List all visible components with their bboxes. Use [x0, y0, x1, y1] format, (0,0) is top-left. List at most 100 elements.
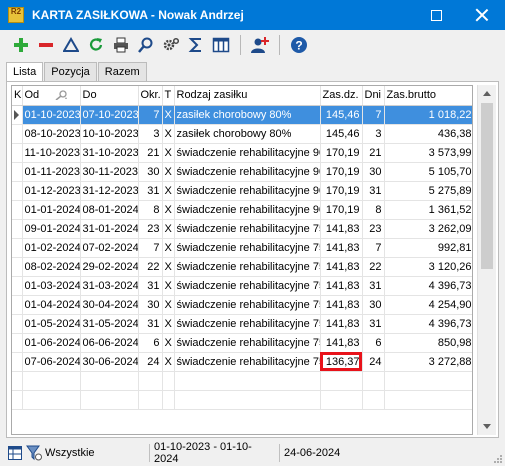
scroll-down-button[interactable]: [478, 418, 496, 435]
do-cell[interactable]: 29-02-2024: [80, 257, 139, 277]
tab-razem[interactable]: Razem: [97, 62, 147, 81]
okr-cell[interactable]: 30: [138, 162, 163, 182]
okr-cell[interactable]: 8: [138, 200, 163, 220]
t-cell[interactable]: X: [162, 276, 175, 296]
t-cell[interactable]: X: [162, 219, 175, 239]
brutto-cell[interactable]: 3 573,99: [384, 143, 472, 163]
t-cell[interactable]: X: [162, 352, 175, 372]
sum-button[interactable]: [185, 34, 207, 56]
remove-button[interactable]: [35, 34, 57, 56]
t-cell[interactable]: X: [162, 295, 175, 315]
row-indicator-cell[interactable]: [12, 276, 23, 296]
do-cell[interactable]: 31-01-2024: [80, 219, 139, 239]
brutto-cell[interactable]: 1 018,22: [384, 105, 472, 125]
zasdz-cell[interactable]: 141,83: [320, 276, 363, 296]
table-row[interactable]: 01-06-2024 06-06-2024 6 Xświadczenie rehabi…: [12, 333, 472, 353]
od-cell[interactable]: 08-10-2023: [22, 124, 81, 144]
rodzaj-cell[interactable]: świadczenie rehabilitacyjne 75: [174, 219, 321, 239]
rodzaj-cell[interactable]: świadczenie rehabilitacyjne 75: [174, 314, 321, 334]
zasdz-cell[interactable]: 170,19: [320, 162, 363, 182]
maximize-button[interactable]: [413, 0, 459, 30]
row-indicator-cell[interactable]: [12, 219, 23, 239]
table-row[interactable]: 09-01-2024 31-01-2024 23 Xświadczenie rehab…: [12, 219, 472, 239]
column-header-brutto[interactable]: Zas.brutto: [384, 86, 472, 106]
table-row[interactable]: 01-10-2023 07-10-2023 7 Xzasiłek chorobowy …: [12, 105, 472, 125]
row-indicator-cell[interactable]: [12, 333, 23, 353]
t-cell[interactable]: X: [162, 181, 175, 201]
column-header-dni[interactable]: Dni: [362, 86, 385, 106]
od-cell[interactable]: 08-02-2024: [22, 257, 81, 277]
column-header-od[interactable]: Od: [22, 86, 81, 106]
zasdz-cell[interactable]: 141,83: [320, 333, 363, 353]
scrollbar-thumb[interactable]: [481, 103, 493, 269]
do-cell[interactable]: 31-05-2024: [80, 314, 139, 334]
brutto-cell[interactable]: 5 275,89: [384, 181, 472, 201]
column-header-t[interactable]: T: [162, 86, 175, 106]
row-indicator-cell[interactable]: [12, 295, 23, 315]
rodzaj-cell[interactable]: świadczenie rehabilitacyjne 75: [174, 257, 321, 277]
okr-cell[interactable]: 31: [138, 276, 163, 296]
column-header-do[interactable]: Do: [80, 86, 139, 106]
dni-cell[interactable]: 31: [362, 181, 385, 201]
do-cell[interactable]: 30-11-2023: [80, 162, 139, 182]
t-cell[interactable]: X: [162, 162, 175, 182]
rodzaj-cell[interactable]: świadczenie rehabilitacyjne 75: [174, 333, 321, 353]
zasdz-cell[interactable]: 145,46: [320, 124, 363, 144]
dni-cell[interactable]: 3: [362, 124, 385, 144]
zasdz-cell[interactable]: 170,19: [320, 143, 363, 163]
dni-cell[interactable]: 23: [362, 219, 385, 239]
t-cell[interactable]: X: [162, 143, 175, 163]
dni-cell[interactable]: 8: [362, 200, 385, 220]
do-cell[interactable]: 31-03-2024: [80, 276, 139, 296]
t-cell[interactable]: X: [162, 238, 175, 258]
dni-cell[interactable]: 22: [362, 257, 385, 277]
t-cell[interactable]: X: [162, 314, 175, 334]
do-cell[interactable]: 08-01-2024: [80, 200, 139, 220]
do-cell[interactable]: 30-06-2024: [80, 352, 139, 372]
brutto-cell[interactable]: 436,38: [384, 124, 472, 144]
od-cell[interactable]: 01-12-2023: [22, 181, 81, 201]
vertical-scrollbar[interactable]: [477, 85, 496, 435]
od-cell[interactable]: 09-01-2024: [22, 219, 81, 239]
rodzaj-cell[interactable]: zasiłek chorobowy 80%: [174, 105, 321, 125]
t-cell[interactable]: X: [162, 124, 175, 144]
dni-cell[interactable]: 31: [362, 314, 385, 334]
okr-cell[interactable]: 21: [138, 143, 163, 163]
od-cell[interactable]: 01-01-2024: [22, 200, 81, 220]
brutto-cell[interactable]: 850,98: [384, 333, 472, 353]
rodzaj-cell[interactable]: świadczenie rehabilitacyjne 90: [174, 143, 321, 163]
od-cell[interactable]: 01-05-2024: [22, 314, 81, 334]
brutto-cell[interactable]: 1 361,52: [384, 200, 472, 220]
brutto-cell[interactable]: 992,81: [384, 238, 472, 258]
rodzaj-cell[interactable]: świadczenie rehabilitacyjne 75: [174, 276, 321, 296]
dni-cell[interactable]: 31: [362, 276, 385, 296]
rodzaj-cell[interactable]: świadczenie rehabilitacyjne 90: [174, 162, 321, 182]
zasdz-cell[interactable]: 141,83: [320, 295, 363, 315]
od-cell[interactable]: 07-06-2024: [22, 352, 81, 372]
rodzaj-cell[interactable]: świadczenie rehabilitacyjne 75: [174, 238, 321, 258]
row-indicator-cell[interactable]: [12, 352, 23, 372]
rodzaj-cell[interactable]: świadczenie rehabilitacyjne 75: [174, 295, 321, 315]
search-button[interactable]: [135, 34, 157, 56]
dni-cell[interactable]: 30: [362, 295, 385, 315]
do-cell[interactable]: 31-10-2023: [80, 143, 139, 163]
od-cell[interactable]: 01-06-2024: [22, 333, 81, 353]
okr-cell[interactable]: 24: [138, 352, 163, 372]
od-cell[interactable]: 01-02-2024: [22, 238, 81, 258]
filter-button[interactable]: [60, 34, 82, 56]
add-button[interactable]: [10, 34, 32, 56]
brutto-cell[interactable]: 5 105,70: [384, 162, 472, 182]
status-table-button[interactable]: [7, 445, 23, 461]
zasdz-cell[interactable]: 145,46: [320, 105, 363, 125]
data-grid[interactable]: K Od Do Okr. T Rodzaj zasiłku Zas.dz. Dn…: [11, 85, 473, 435]
do-cell[interactable]: 30-04-2024: [80, 295, 139, 315]
dni-cell[interactable]: 30: [362, 162, 385, 182]
table-row[interactable]: 11-10-2023 31-10-2023 21 Xświadczenie rehab…: [12, 143, 472, 163]
column-header-k[interactable]: K: [12, 86, 23, 106]
dni-cell[interactable]: 7: [362, 238, 385, 258]
tab-lista[interactable]: Lista: [6, 62, 44, 82]
okr-cell[interactable]: 30: [138, 295, 163, 315]
zasdz-cell[interactable]: 141,83: [320, 257, 363, 277]
t-cell[interactable]: X: [162, 200, 175, 220]
add-person-button[interactable]: [249, 34, 271, 56]
